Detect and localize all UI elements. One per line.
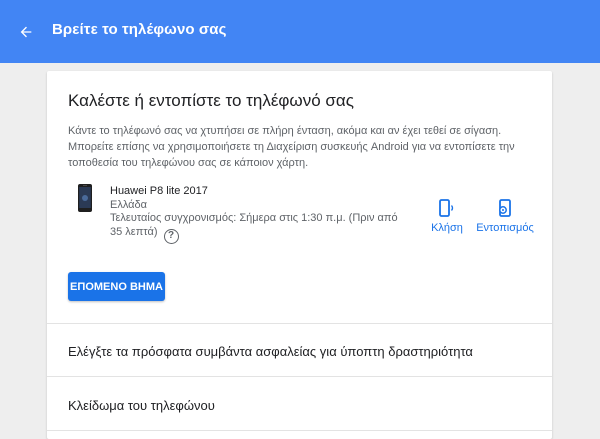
locate-button[interactable]: Εντοπισμός	[475, 199, 535, 234]
device-country: Ελλάδα	[110, 198, 148, 211]
find-phone-card: Καλέστε ή εντοπίστε το τηλέφωνό σας Κάντ…	[47, 71, 552, 439]
ring-phone-icon	[439, 199, 454, 217]
device-last-sync: Τελευταίος συγχρονισμός: Σήμερα στις 1:3…	[110, 212, 400, 244]
security-events-row[interactable]: Ελέγξτε τα πρόσφατα συμβάντα ασφαλείας γ…	[47, 323, 552, 376]
last-sync-text: Τελευταίος συγχρονισμός: Σήμερα στις 1:3…	[110, 212, 398, 238]
card-title: Καλέστε ή εντοπίστε το τηλέφωνό σας	[68, 91, 354, 110]
arrow-back-icon	[20, 26, 32, 38]
phone-device-icon	[78, 184, 92, 212]
security-events-label: Ελέγξτε τα πρόσφατα συμβάντα ασφαλείας γ…	[68, 344, 473, 359]
call-button[interactable]: Κλήση	[427, 199, 467, 234]
device-name: Huawei P8 lite 2017	[110, 185, 208, 197]
back-button[interactable]	[14, 20, 38, 44]
call-label: Κλήση	[431, 222, 463, 234]
lock-phone-row[interactable]: Κλείδωμα του τηλεφώνου	[47, 376, 552, 430]
locate-label: Εντοπισμός	[476, 222, 534, 234]
locate-phone-icon	[499, 199, 511, 217]
card-description: Κάντε το τηλέφωνό σας να χτυπήσει σε πλή…	[68, 125, 515, 169]
app-header: Βρείτε το τηλέφωνο σας	[0, 0, 600, 63]
next-step-button[interactable]: ΕΠΟΜΕΝΟ ΒΗΜΑ	[68, 272, 165, 301]
page-title: Βρείτε το τηλέφωνο σας	[52, 21, 227, 38]
lock-phone-label: Κλείδωμα του τηλεφώνου	[68, 398, 215, 413]
next-row-divider	[47, 430, 552, 439]
help-icon[interactable]: ?	[163, 228, 179, 244]
device-info: Huawei P8 lite 2017 Ελλάδα Τελευταίος συ…	[110, 185, 400, 244]
